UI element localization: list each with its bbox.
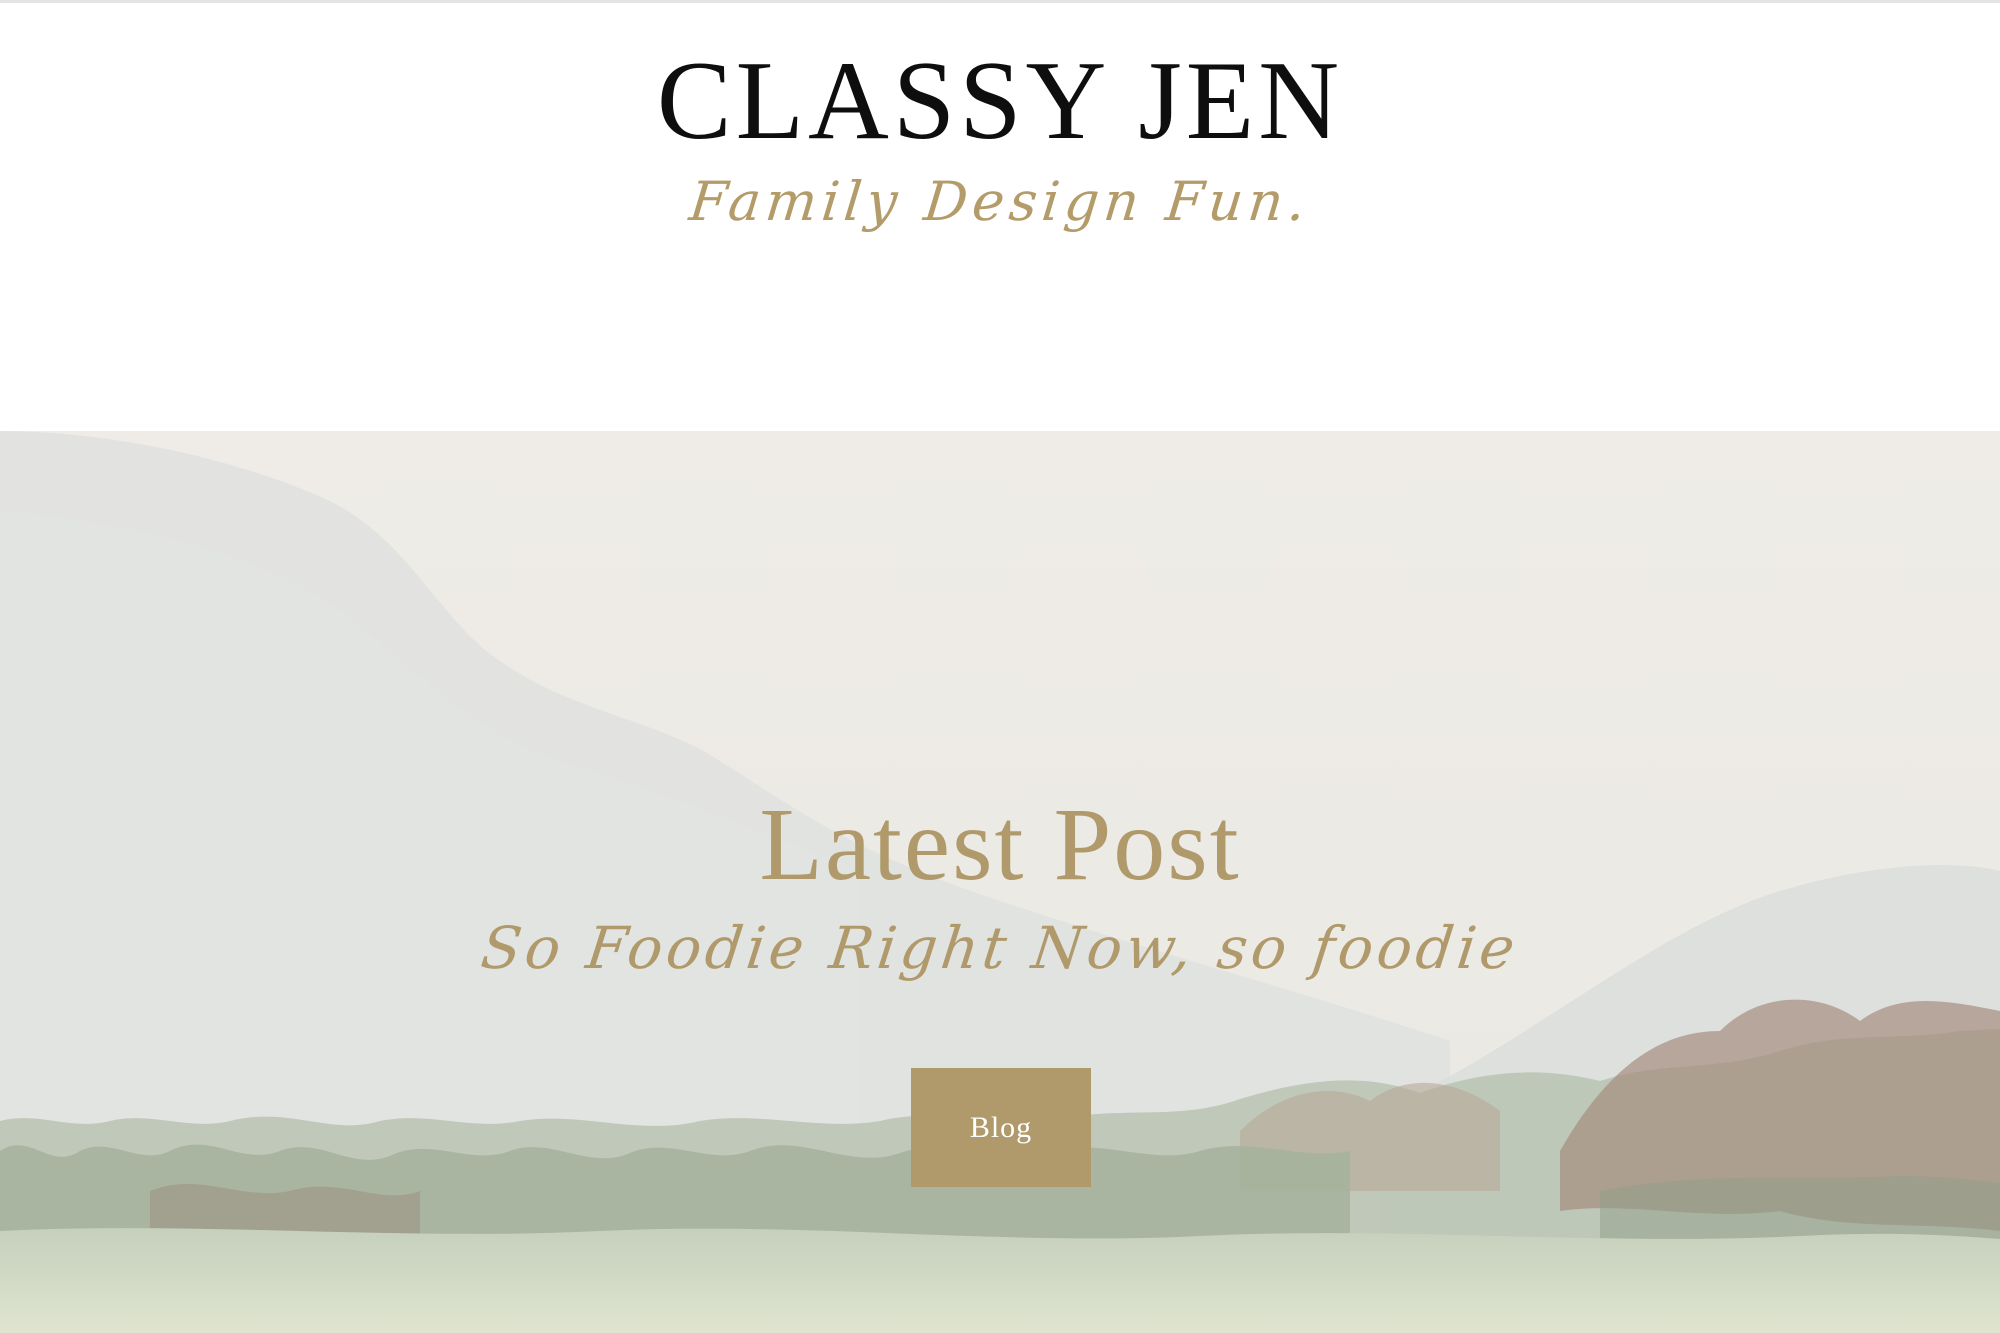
site-tagline: Family Design Fun. [686,170,1314,233]
site-header: CLASSY JEN Family Design Fun. [0,3,2000,431]
hero-heading: Latest Post [759,787,1241,902]
blog-button[interactable]: Blog [911,1068,1091,1187]
site-title-logo[interactable]: CLASSY JEN [0,45,2000,157]
hero-banner: Latest Post So Foodie Right Now, so food… [0,431,2000,1333]
latest-post-title-link[interactable]: So Foodie Right Now, so foodie [0,914,2000,982]
